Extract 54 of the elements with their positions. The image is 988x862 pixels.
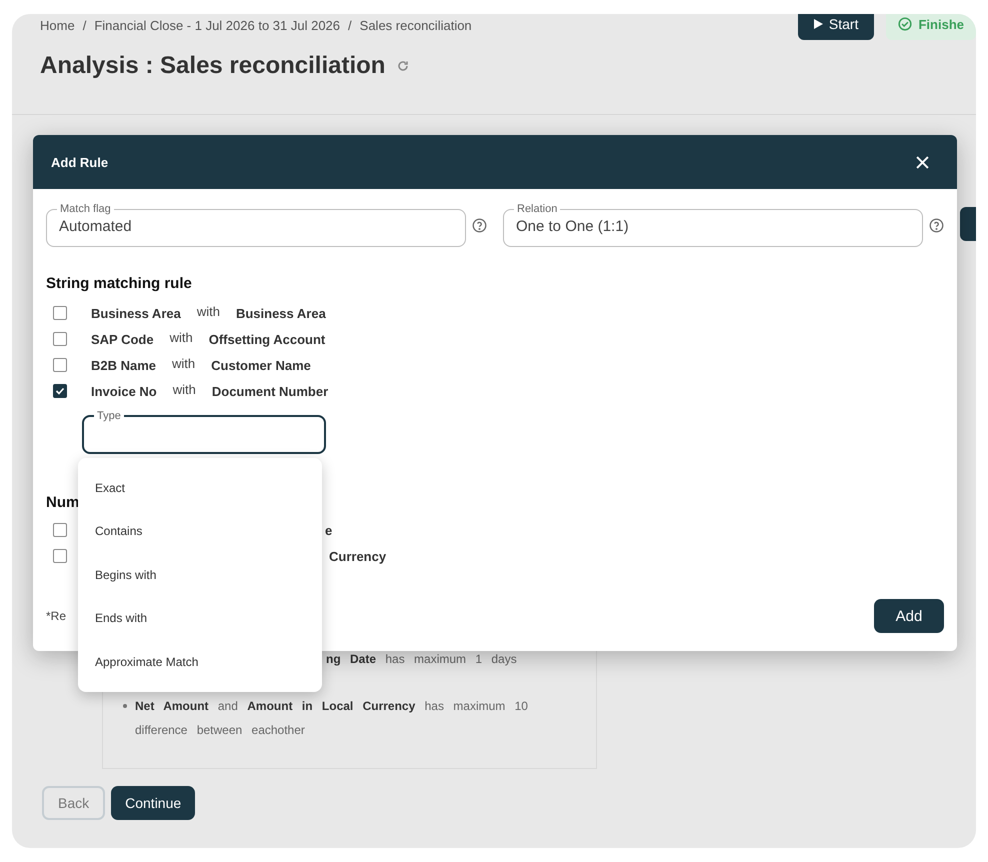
rule-text: Net Amount and Amount in Local Currency has maximum 10 difference between eachother [135, 698, 529, 739]
select-field[interactable]: Match flag Automated [46, 203, 466, 248]
start-button[interactable]: Start [798, 14, 874, 40]
checkbox[interactable] [53, 332, 67, 346]
joiner-text: with [172, 382, 196, 397]
check-circle-icon [898, 17, 912, 31]
add-button[interactable]: Add [874, 599, 944, 634]
footnote-text: *Re [46, 609, 66, 624]
field-name: Offsetting Account [208, 332, 326, 347]
rule-text: ng Date has maximum 1 days [326, 651, 517, 668]
joiner-text: with [172, 356, 196, 371]
section-heading: String matching rule [46, 275, 193, 292]
field-name: B2B Name [91, 358, 156, 373]
field-name: Document Number [212, 384, 328, 399]
type-field[interactable]: Type [82, 410, 326, 454]
dialog-title: Add Rule [51, 154, 108, 170]
refresh-icon[interactable] [397, 60, 410, 72]
help-icon[interactable] [472, 218, 487, 233]
joiner-text: with [196, 304, 220, 319]
field-name: e [325, 522, 332, 538]
checkbox[interactable] [53, 523, 67, 538]
breadcrumb-separator: / [82, 18, 86, 33]
play-icon [814, 19, 823, 29]
checkbox[interactable] [53, 306, 67, 320]
close-button[interactable] [916, 156, 929, 169]
menu-option[interactable]: Approximate Match [78, 640, 322, 684]
field-name: Customer Name [211, 358, 311, 373]
breadcrumb-link[interactable]: Financial Close - 1 Jul 2026 to 31 Jul 2026 [94, 18, 340, 33]
help-icon[interactable] [929, 218, 944, 233]
menu-option[interactable]: Contains [78, 510, 322, 553]
action-button[interactable] [960, 207, 976, 241]
field-name: Invoice No [91, 384, 157, 399]
breadcrumb-link[interactable]: Home [40, 18, 75, 33]
select-field[interactable]: Relation One to One (1:1) [503, 203, 923, 248]
checkbox[interactable] [53, 384, 67, 398]
field-name: Business Area [91, 306, 181, 321]
checkmark-icon [55, 386, 65, 396]
section-heading: Num [46, 494, 80, 512]
field-name: SAP Code [91, 332, 154, 347]
continue-button[interactable]: Continue [111, 786, 196, 820]
breadcrumb-link[interactable]: Sales reconciliation [360, 18, 472, 33]
back-button[interactable]: Back [42, 786, 106, 820]
checkbox[interactable] [53, 549, 67, 564]
menu-option[interactable]: Begins with [78, 553, 322, 596]
menu-option[interactable]: Exact [78, 466, 322, 510]
menu-option[interactable]: Ends with [78, 596, 322, 640]
page-title: Analysis : Sales reconciliation [40, 52, 386, 80]
field-name: Currency [329, 548, 386, 564]
breadcrumb-separator: / [348, 18, 352, 33]
checkbox[interactable] [53, 358, 67, 372]
field-name: Business Area [236, 306, 326, 321]
joiner-text: with [170, 330, 193, 345]
status-chip: Finishe [886, 14, 976, 40]
bullet-icon [123, 704, 127, 708]
